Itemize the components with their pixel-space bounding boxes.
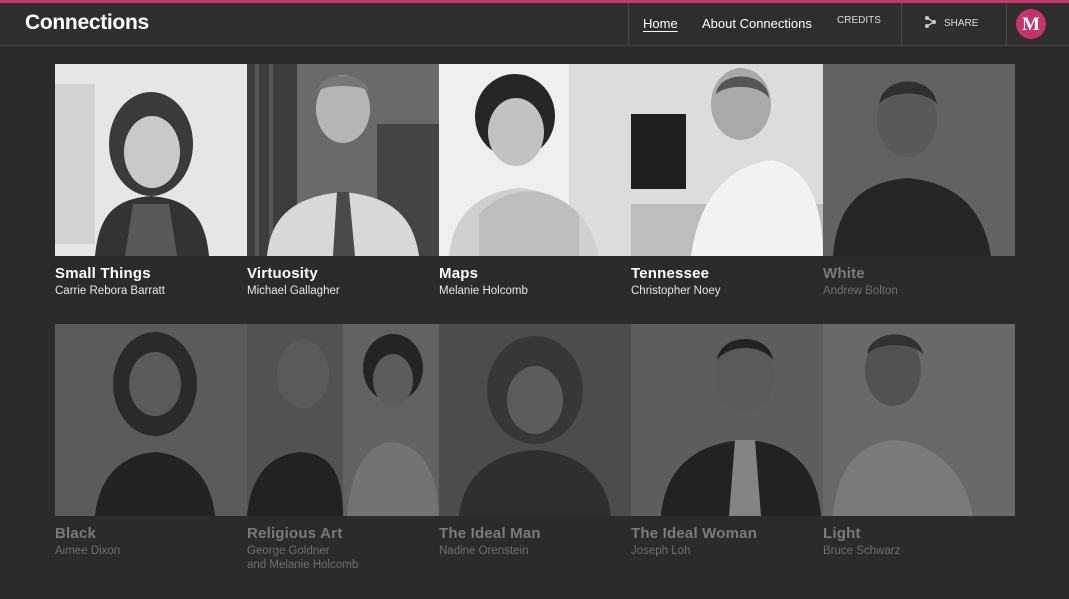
card-author: Christopher Noey <box>631 285 721 297</box>
connection-card[interactable]: Light Bruce Schwarz <box>823 324 1015 558</box>
card-title: Small Things <box>55 265 151 282</box>
portrait-image <box>247 64 439 256</box>
card-author-line: and Melanie Holcomb <box>247 559 359 571</box>
portrait-image <box>439 324 631 516</box>
met-logo[interactable]: M <box>1016 9 1046 39</box>
connection-card[interactable]: Maps Melanie Holcomb <box>439 64 631 298</box>
portrait-image <box>55 324 247 516</box>
portrait-image <box>247 324 439 516</box>
nav-credits-link[interactable]: CREDITS <box>837 15 881 26</box>
portrait-image <box>55 64 247 256</box>
site-title[interactable]: Connections <box>25 11 149 35</box>
connection-card[interactable]: White Andrew Bolton <box>823 64 1015 298</box>
nav-divider <box>1006 3 1007 45</box>
header-bar: Connections Home About Connections CREDI… <box>0 3 1069 46</box>
card-title: Tennessee <box>631 265 710 282</box>
card-author: Nadine Orenstein <box>439 545 529 557</box>
card-author: Michael Gallagher <box>247 285 340 297</box>
portrait-image <box>439 64 631 256</box>
portrait-image <box>631 64 823 256</box>
card-author: Melanie Holcomb <box>439 285 528 297</box>
card-author: Carrie Rebora Barratt <box>55 285 165 297</box>
portrait-image <box>823 324 1015 516</box>
card-title: The Ideal Man <box>439 525 541 542</box>
connection-card[interactable]: Black Aimee Dixon <box>55 324 247 558</box>
portrait-image <box>631 324 823 516</box>
nav-divider <box>628 3 629 45</box>
card-author: George Goldner and Melanie Holcomb <box>247 544 439 572</box>
connection-card[interactable]: Tennessee Christopher Noey <box>631 64 823 298</box>
card-author-line: George Goldner <box>247 545 330 557</box>
card-author: Andrew Bolton <box>823 285 898 297</box>
logo-letter: M <box>1022 13 1040 35</box>
connection-card[interactable]: The Ideal Man Nadine Orenstein <box>439 324 631 558</box>
card-author: Bruce Schwarz <box>823 545 901 557</box>
nav-about-link[interactable]: About Connections <box>702 16 812 31</box>
card-author: Aimee Dixon <box>55 545 121 557</box>
share-icon <box>924 15 936 32</box>
card-title: Light <box>823 525 861 542</box>
portrait-image <box>823 64 1015 256</box>
connection-card[interactable]: Religious Art George Goldner and Melanie… <box>247 324 439 572</box>
nav-home-link[interactable]: Home <box>643 16 678 31</box>
share-label: SHARE <box>944 18 979 29</box>
card-title: White <box>823 265 865 282</box>
card-title: Black <box>55 525 97 542</box>
card-title: Religious Art <box>247 525 343 542</box>
connection-card[interactable]: Virtuosity Michael Gallagher <box>247 64 439 298</box>
share-button[interactable]: SHARE <box>924 15 978 32</box>
card-author: Joseph Loh <box>631 545 691 557</box>
card-title: The Ideal Woman <box>631 525 758 542</box>
connection-card[interactable]: The Ideal Woman Joseph Loh <box>631 324 823 558</box>
card-title: Virtuosity <box>247 265 318 282</box>
connection-card[interactable]: Small Things Carrie Rebora Barratt <box>55 64 247 298</box>
nav-divider <box>901 3 902 45</box>
card-title: Maps <box>439 265 479 282</box>
